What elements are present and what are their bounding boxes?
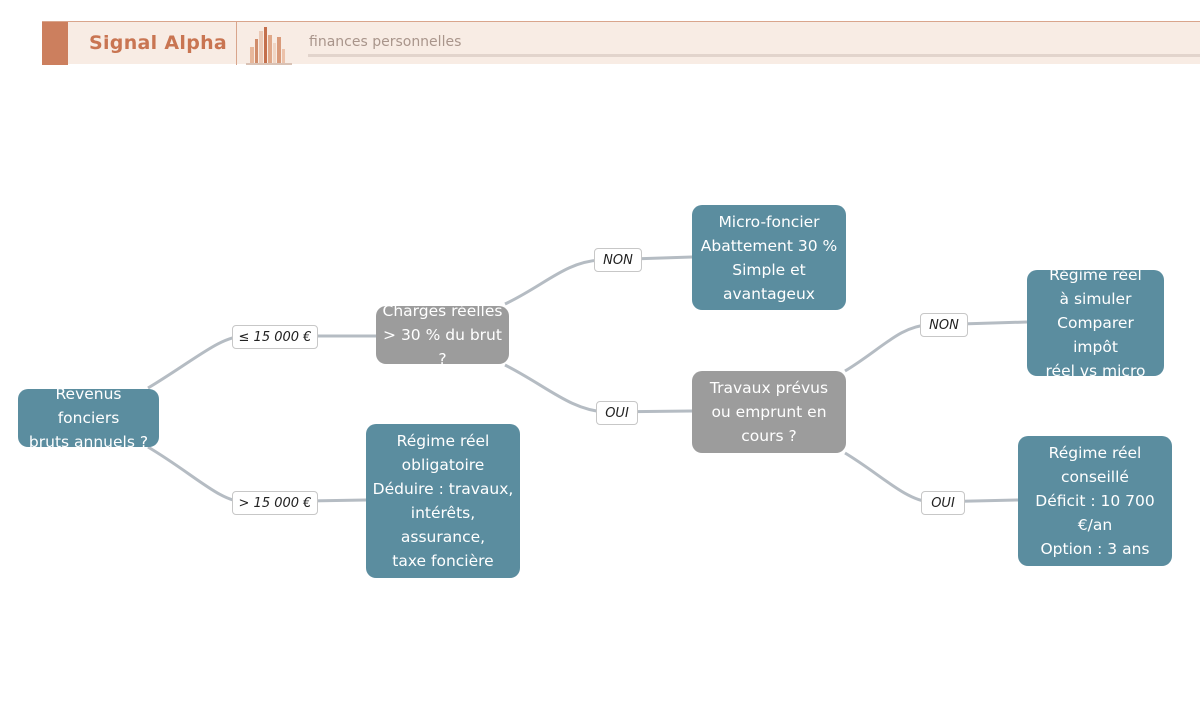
decision-tree: Revenus fonciers bruts annuels ? Charges… bbox=[0, 0, 1200, 721]
edge-label-non-charges: NON bbox=[594, 248, 642, 272]
edge-label-le-15000: ≤ 15 000 € bbox=[232, 325, 318, 349]
edge-label-gt-15000: > 15 000 € bbox=[232, 491, 318, 515]
node-regime-reel-conseille: Régime réel conseillé Déficit : 10 700 €… bbox=[1018, 436, 1172, 566]
edge-label-non-travaux: NON bbox=[920, 313, 968, 337]
node-regime-reel-simuler: Régime réel à simuler Comparer impôt rée… bbox=[1027, 266, 1164, 380]
edge-layer bbox=[147, 255, 1028, 504]
node-regime-reel-obligatoire: Régime réel obligatoire Déduire : travau… bbox=[366, 424, 520, 578]
node-micro-foncier: Micro-foncier Abattement 30 % Simple et … bbox=[692, 205, 846, 310]
edge-label-oui-travaux: OUI bbox=[921, 491, 965, 515]
edge-label-oui-charges: OUI bbox=[596, 401, 638, 425]
node-charges-reelles: Charges réelles > 30 % du brut ? bbox=[376, 302, 509, 368]
node-revenus-fonciers: Revenus fonciers bruts annuels ? bbox=[18, 385, 159, 451]
node-travaux-prevus: Travaux prévus ou emprunt en cours ? bbox=[692, 371, 846, 453]
